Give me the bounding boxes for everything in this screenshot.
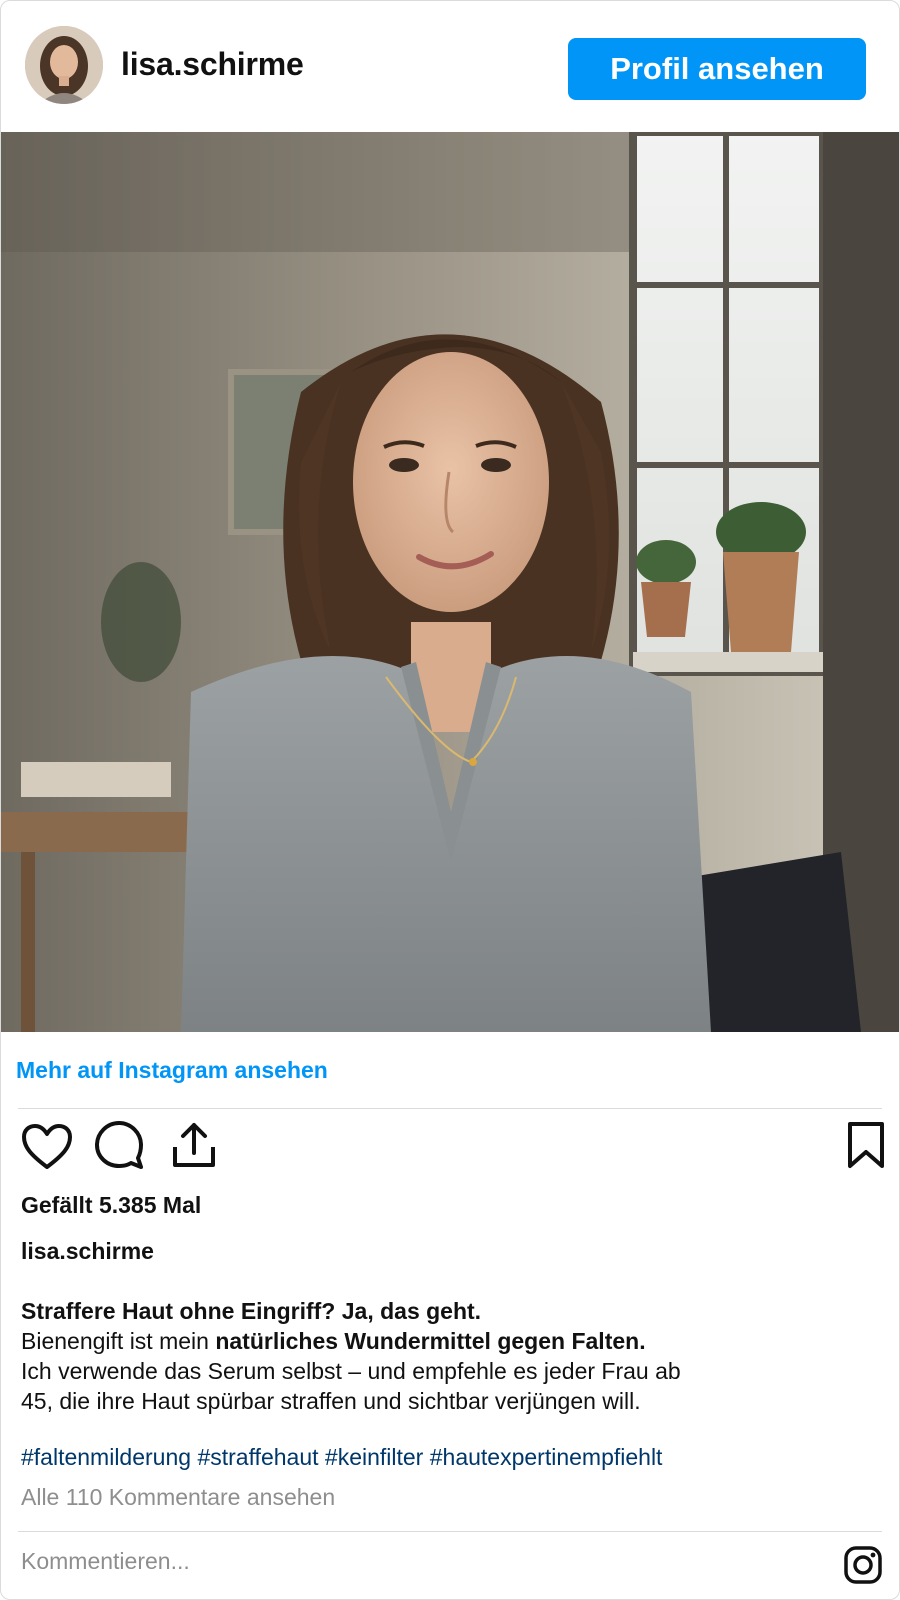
instagram-embed-card: lisa.schirme Profil ansehen Mehr auf Ins… <box>0 0 900 1600</box>
hashtag-link[interactable]: #keinfilter <box>325 1444 423 1470</box>
caption-line3: Ich verwende das Serum selbst – und empf… <box>21 1358 681 1384</box>
caption-username[interactable]: lisa.schirme <box>21 1238 154 1265</box>
bookmark-icon[interactable] <box>847 1121 885 1174</box>
post-username[interactable]: lisa.schirme <box>121 46 304 83</box>
view-profile-button[interactable]: Profil ansehen <box>568 38 866 100</box>
portrait-image <box>1 132 899 1032</box>
hashtag-link[interactable]: #straffehaut <box>197 1444 318 1470</box>
heart-icon[interactable] <box>21 1123 73 1176</box>
post-caption: Straffere Haut ohne Eingriff? Ja, das ge… <box>21 1296 861 1416</box>
hashtag-link[interactable]: #hautexpertinempfiehlt <box>430 1444 663 1470</box>
divider <box>18 1108 882 1109</box>
caption-headline: Straffere Haut ohne Eingriff? Ja, das ge… <box>21 1298 482 1324</box>
post-header: lisa.schirme Profil ansehen <box>1 1 899 131</box>
avatar-image <box>25 26 103 104</box>
comment-icon[interactable] <box>94 1120 144 1175</box>
caption-line4: 45, die ihre Haut spürbar straffen und s… <box>21 1388 641 1414</box>
share-icon[interactable] <box>171 1121 217 1174</box>
comment-input[interactable]: Kommentieren... <box>21 1548 190 1575</box>
view-all-comments-link[interactable]: Alle 110 Kommentare ansehen <box>21 1484 335 1511</box>
caption-line2-bold: natürliches Wundermittel gegen Falten. <box>215 1328 646 1354</box>
post-photo[interactable] <box>1 132 899 1032</box>
avatar[interactable] <box>25 26 103 104</box>
caption-line2-text: Bienengift ist mein <box>21 1328 216 1354</box>
more-on-instagram-link[interactable]: Mehr auf Instagram ansehen <box>16 1057 328 1084</box>
hashtag-link[interactable]: #faltenmilderung <box>21 1444 191 1470</box>
hashtags: #faltenmilderung #straffehaut #keinfilte… <box>21 1444 662 1471</box>
instagram-logo-icon[interactable] <box>844 1546 882 1589</box>
likes-count: Gefällt 5.385 Mal <box>21 1192 202 1218</box>
divider <box>18 1531 882 1532</box>
